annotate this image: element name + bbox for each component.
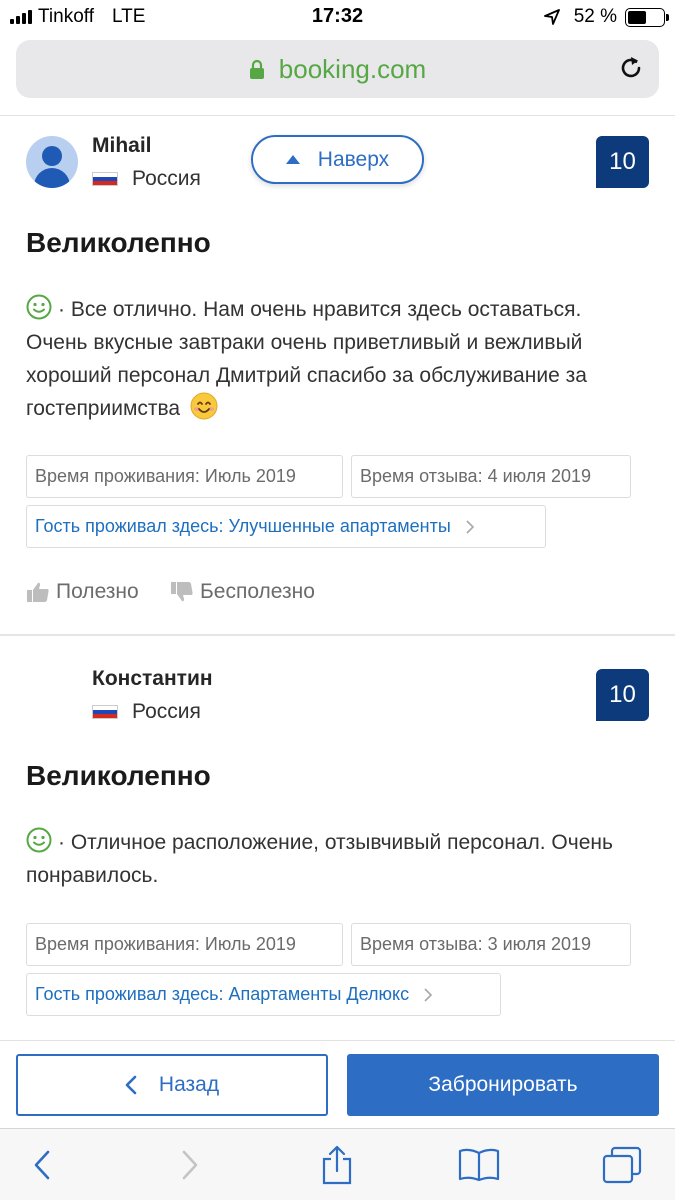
reviewer-name: Mihail [92, 134, 152, 157]
review-title: Великолепно [26, 760, 211, 791]
address-bar[interactable]: booking.com [16, 40, 659, 98]
book-now-button[interactable]: Забронировать [347, 1054, 659, 1116]
url-text: booking.com [278, 53, 427, 84]
forward-arrow-icon [182, 1150, 198, 1180]
share-button[interactable] [313, 1141, 361, 1189]
chevron-right-icon [424, 987, 433, 1002]
reviewer-name: Константин [92, 667, 213, 690]
back-arrow-icon [34, 1150, 50, 1180]
review-text: · Отличное расположение, отзывчивый перс… [26, 826, 636, 892]
thumbs-up-icon [27, 582, 49, 602]
review-score-badge: 10 [596, 136, 649, 188]
review-divider [0, 634, 675, 636]
russia-flag-icon [92, 172, 118, 186]
chevron-left-icon [125, 1075, 137, 1095]
browser-forward-button[interactable] [166, 1141, 214, 1189]
chevron-right-icon [466, 519, 474, 534]
review-date-tag: Время отзыва: 3 июля 2019 [351, 923, 631, 966]
stay-period-tag: Время проживания: Июль 2019 [26, 923, 343, 966]
review-title: Великолепно [26, 227, 211, 258]
review-score-badge: 10 [596, 669, 649, 721]
battery-level [628, 10, 646, 24]
battery-percent: 52 % [573, 6, 617, 27]
reviewer-country: Россия [92, 700, 201, 724]
review-date-tag: Время отзыва: 4 июля 2019 [351, 455, 631, 498]
share-icon [322, 1145, 352, 1185]
lock-icon [249, 59, 264, 79]
book-icon [458, 1148, 500, 1182]
tabs-icon [602, 1146, 642, 1184]
smiling-face-emoji-icon [190, 392, 218, 420]
not-helpful-button[interactable]: Бесполезно [170, 580, 315, 604]
room-type-link[interactable]: Гость проживал здесь: Улучшенные апартам… [26, 505, 546, 548]
russia-flag-icon [92, 705, 118, 719]
reviewer-country: Россия [92, 167, 201, 191]
back-button[interactable]: Назад [16, 1054, 328, 1116]
positive-smiley-icon [26, 294, 52, 320]
battery-icon [625, 7, 669, 27]
thumbs-down-icon [171, 582, 193, 602]
booking-action-bar: Назад Забронировать [0, 1040, 675, 1128]
reload-icon[interactable] [617, 54, 645, 82]
helpful-button[interactable]: Полезно [26, 580, 139, 604]
status-bar: Tinkoff LTE 17:32 52 % [0, 0, 675, 36]
positive-smiley-icon [26, 827, 52, 853]
location-arrow-icon [543, 9, 560, 25]
caret-up-icon [285, 155, 300, 164]
tabs-button[interactable] [598, 1141, 646, 1189]
scroll-to-top-button[interactable]: Наверх [251, 135, 424, 184]
avatar [26, 136, 78, 188]
browser-back-button[interactable] [18, 1141, 66, 1189]
browser-toolbar [0, 1128, 675, 1200]
bookmarks-button[interactable] [455, 1141, 503, 1189]
stay-period-tag: Время проживания: Июль 2019 [26, 455, 343, 498]
browser-address-area: booking.com [0, 36, 675, 116]
room-type-link[interactable]: Гость проживал здесь: Апартаменты Делюкс [26, 973, 501, 1016]
review-text: · Все отлично. Нам очень нравится здесь … [26, 293, 636, 425]
